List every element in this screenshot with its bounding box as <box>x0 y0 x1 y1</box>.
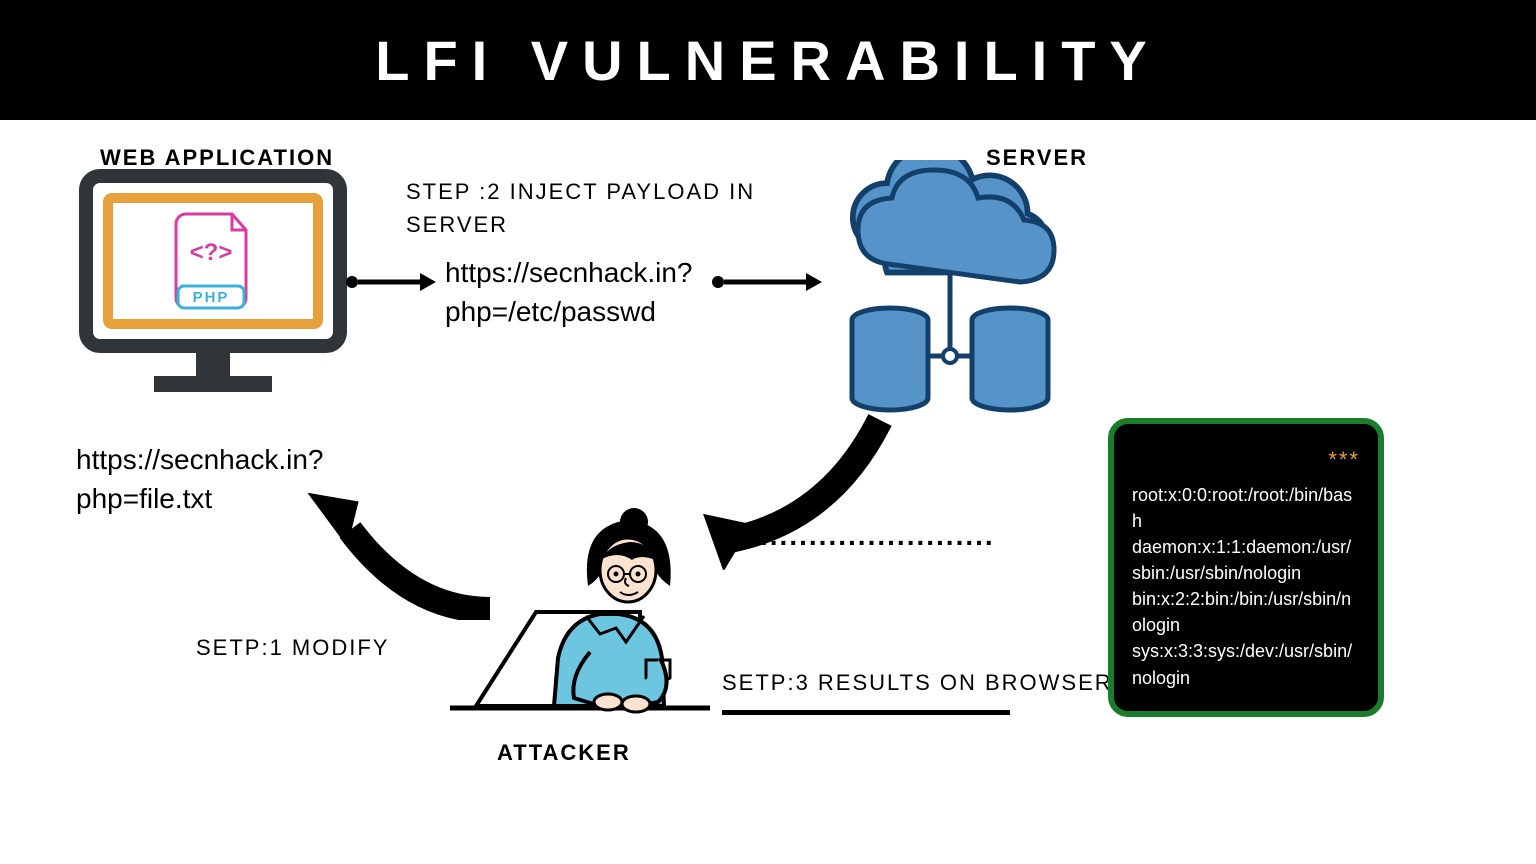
step2-line1: STEP :2 INJECT PAYLOAD IN <box>406 179 755 204</box>
arrow-payload-to-server <box>712 270 822 294</box>
arrow-webapp-to-payload <box>346 270 436 294</box>
step3-label: SETP:3 RESULTS ON BROWSERS <box>722 670 1129 696</box>
terminal-output: *** root:x:0:0:root:/root:/bin/bash daem… <box>1108 418 1384 717</box>
svg-text:PHP: PHP <box>193 289 230 306</box>
svg-text:<?>: <?> <box>190 239 233 266</box>
original-url-line1: https://secnhack.in? <box>76 444 323 475</box>
dotted-connector: ........................ <box>760 520 995 552</box>
monitor-icon: <?> PHP <box>78 168 348 403</box>
server-icon <box>820 160 1080 420</box>
step1-label: SETP:1 MODIFY <box>196 635 389 661</box>
payload-url-line2: php=/etc/passwd <box>445 296 656 327</box>
original-url-line2: php=file.txt <box>76 483 212 514</box>
title-text: LFI VULNERABILITY <box>375 28 1161 93</box>
payload-url-line1: https://secnhack.in? <box>445 257 692 288</box>
step2-line2: SERVER <box>406 212 508 237</box>
step3-underline <box>722 710 1010 715</box>
terminal-content: root:x:0:0:root:/root:/bin/bash daemon:x… <box>1132 482 1360 691</box>
attacker-label: ATTACKER <box>497 740 631 766</box>
terminal-stars: *** <box>1132 444 1360 476</box>
attacker-icon <box>440 490 720 730</box>
page-title: LFI VULNERABILITY <box>0 0 1536 120</box>
